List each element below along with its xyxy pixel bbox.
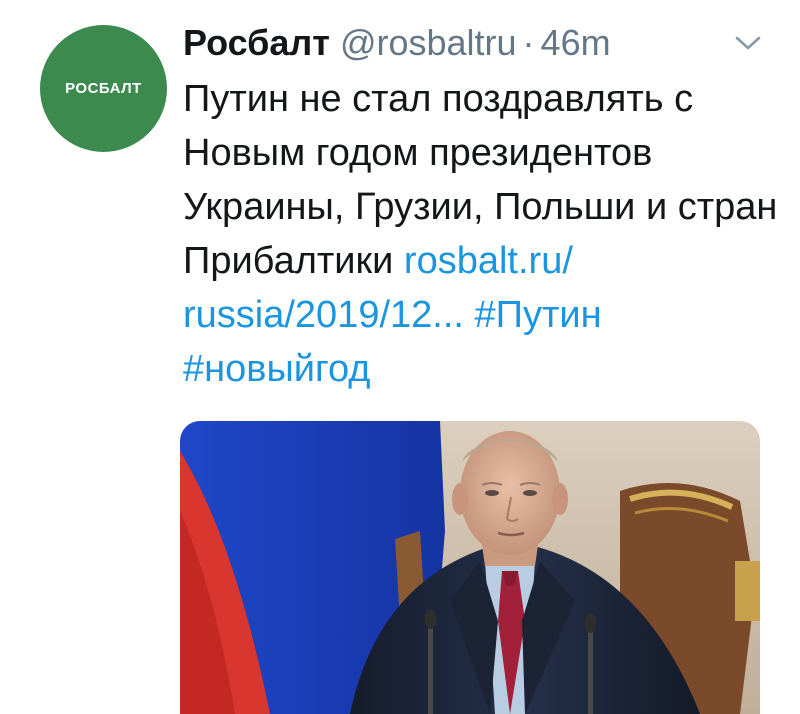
tweet: РОСБАЛТ Росбалт @rosbaltru · 46m Путин н… [0, 0, 800, 714]
tweet-time[interactable]: 46m [541, 20, 611, 66]
header-separator: · [522, 22, 535, 63]
display-name[interactable]: Росбалт [183, 20, 330, 66]
avatar-logo-text: РОСБАЛТ [65, 80, 142, 97]
tweet-photo[interactable] [180, 421, 760, 714]
tweet-text: Путин не стал поздравлять с Новым годом … [183, 72, 783, 396]
chevron-down-icon[interactable] [733, 30, 763, 54]
avatar[interactable]: РОСБАЛТ [40, 25, 167, 152]
tweet-header: Росбалт @rosbaltru · 46m [183, 20, 611, 66]
photo-illustration [180, 421, 760, 714]
user-handle[interactable]: @rosbaltru [340, 20, 517, 66]
tweet-link-part1: rosbalt.ru/ [403, 240, 573, 282]
hashtag-putin[interactable]: #Путин [475, 294, 602, 336]
tweet-link-part2: russia/2019/12... [183, 294, 464, 336]
hashtag-novyigod[interactable]: #новыйгод [183, 348, 370, 390]
